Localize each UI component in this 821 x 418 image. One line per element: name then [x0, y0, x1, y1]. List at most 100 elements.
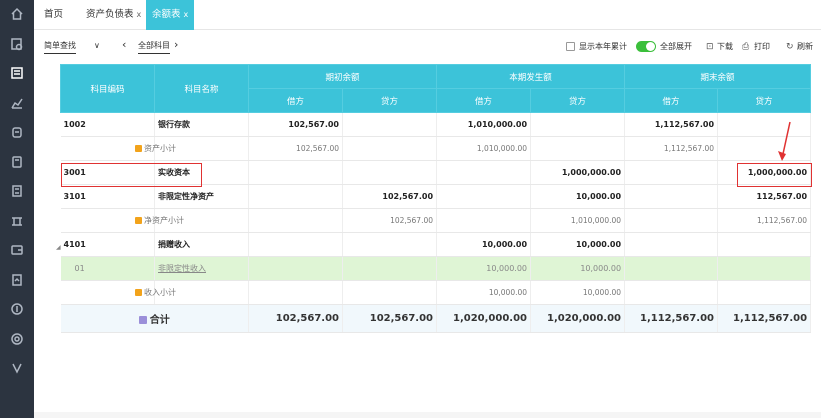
close-icon[interactable]: x	[184, 10, 189, 19]
amount-cell	[717, 232, 812, 257]
refresh-button[interactable]: 刷新	[797, 41, 813, 53]
search-file-icon[interactable]	[9, 36, 25, 52]
debit-header: 借方	[624, 88, 719, 113]
table-row[interactable]: 3101 非限定性净资产 102,567.00 10,000.00 112,567.00	[60, 184, 812, 209]
settings-icon[interactable]	[9, 331, 25, 347]
left-nav-rail	[0, 0, 34, 418]
total-icon	[138, 316, 147, 324]
next-icon[interactable]: ›	[174, 39, 178, 51]
red-arrow-icon	[778, 121, 791, 161]
opening-balance-header: 期初余额	[247, 64, 438, 89]
calculator-icon[interactable]	[9, 183, 25, 199]
print-button[interactable]: 打印	[754, 41, 770, 53]
download-icon[interactable]: ⊡	[706, 41, 714, 53]
total-label-cell: 合计	[60, 304, 249, 333]
total-amount-cell: 1,020,000.00	[530, 304, 626, 333]
amount-cell: 10,000.00	[436, 256, 532, 281]
toolbar: 简单查找 ∨ ‹ 全部科目 › 显示本年累计 全部展开 ⊡ 下载 ⎙ 打印 ↻ …	[34, 30, 821, 64]
amount-cell	[342, 160, 438, 185]
subject-code: 3101	[60, 184, 155, 209]
tab-home[interactable]: 首页	[44, 0, 63, 30]
expand-all-toggle[interactable]	[636, 41, 656, 52]
debit-header: 借方	[436, 88, 532, 113]
all-subjects-selector[interactable]: 全部科目	[138, 40, 170, 54]
tab-balance-sheet-label: 资产负债表	[86, 9, 134, 20]
total-amount-cell: 1,020,000.00	[436, 304, 532, 333]
amount-cell	[248, 256, 343, 281]
table-row[interactable]: 收入小计 10,000.00 10,000.00	[60, 280, 812, 305]
amount-cell: 1,000,000.00	[530, 160, 626, 185]
chart-icon[interactable]	[9, 95, 25, 111]
amount-cell: 102,567.00	[248, 136, 343, 161]
tab-home-label: 首页	[44, 9, 64, 20]
subtotal-text: 收入小计	[144, 288, 176, 297]
amount-cell: 1,010,000.00	[436, 112, 532, 137]
subject-name: 银行存款	[154, 112, 249, 137]
bottom-strip	[34, 412, 821, 418]
amount-cell	[530, 136, 626, 161]
amount-cell: 112,567.00	[717, 184, 812, 209]
amount-cell	[436, 208, 532, 233]
bank-icon[interactable]	[9, 213, 25, 229]
amount-cell	[436, 184, 532, 209]
amount-cell	[624, 232, 719, 257]
table-row[interactable]: 4101 捐赠收入 10,000.00 10,000.00	[60, 232, 812, 257]
subtotal-text: 净资产小计	[144, 216, 184, 225]
collapse-caret-icon[interactable]: ◢	[56, 244, 61, 251]
amount-cell: 1,112,567.00	[624, 112, 719, 137]
amount-cell	[342, 232, 438, 257]
show-ytd-checkbox[interactable]	[566, 42, 575, 51]
tab-balance-sheet[interactable]: 资产负债表 x	[86, 0, 141, 30]
amount-cell: 10,000.00	[530, 184, 626, 209]
table-row[interactable]: 净资产小计 102,567.00 1,010,000.00 1,112,567.00	[60, 208, 812, 233]
prev-icon[interactable]: ‹	[122, 39, 126, 51]
tab-bar: 首页 资产负债表 x 余额表 x	[34, 0, 821, 30]
subtotal-text: 资产小计	[144, 144, 176, 153]
download-button[interactable]: 下载	[717, 41, 733, 53]
amount-cell: 102,567.00	[342, 208, 438, 233]
cart-icon[interactable]	[9, 154, 25, 170]
wallet-icon[interactable]	[9, 242, 25, 258]
amount-cell	[342, 256, 438, 281]
print-icon[interactable]: ⎙	[742, 41, 749, 53]
chevron-down-icon[interactable]: ∨	[94, 40, 100, 52]
amount-cell: 1,010,000.00	[530, 208, 626, 233]
table-row[interactable]: 01 非限定性收入 10,000.00 10,000.00	[60, 256, 812, 281]
table-row[interactable]: 1002 银行存款 102,567.00 1,010,000.00 1,112,567.…	[60, 112, 812, 137]
subtotal-icon	[135, 217, 142, 224]
highlight-box-subject	[61, 163, 202, 187]
ledger-icon[interactable]	[9, 65, 25, 81]
amount-cell	[717, 136, 812, 161]
credit-header: 贷方	[530, 88, 626, 113]
subject-code: 1002	[60, 112, 155, 137]
current-period-header: 本期发生额	[436, 64, 626, 89]
pay-icon[interactable]	[9, 301, 25, 317]
v-icon[interactable]	[9, 360, 25, 376]
amount-cell	[624, 256, 719, 281]
subject-name: 非限定性收入	[154, 256, 249, 281]
all-subjects-label: 全部科目	[138, 41, 170, 50]
col-name-header: 科目名称	[154, 64, 249, 113]
amount-cell: 102,567.00	[342, 184, 438, 209]
amount-cell	[248, 184, 343, 209]
tab-trial-balance[interactable]: 余额表 x	[146, 0, 195, 30]
simple-search-dropdown[interactable]: 简单查找	[44, 40, 76, 54]
close-icon[interactable]: x	[137, 10, 142, 19]
report-icon[interactable]	[9, 272, 25, 288]
account-icon[interactable]	[9, 124, 25, 140]
home-icon[interactable]	[9, 6, 25, 22]
subtotal-label: 收入小计	[135, 280, 249, 305]
amount-cell	[717, 256, 812, 281]
amount-cell	[248, 208, 343, 233]
amount-cell	[436, 160, 532, 185]
balance-table: 科目编码 科目名称 期初余额 本期发生额 期末余额 借方 贷方 借方 贷方 借方…	[60, 64, 812, 333]
total-label: 合计	[149, 315, 170, 326]
debit-header: 借方	[248, 88, 343, 113]
amount-cell	[530, 112, 626, 137]
show-ytd-label: 显示本年累计	[579, 42, 627, 51]
amount-cell: 102,567.00	[248, 112, 343, 137]
table-row[interactable]: 资产小计 102,567.00 1,010,000.00 1,112,567.00	[60, 136, 812, 161]
amount-cell	[248, 280, 343, 305]
refresh-icon[interactable]: ↻	[786, 41, 794, 53]
credit-header: 贷方	[717, 88, 812, 113]
